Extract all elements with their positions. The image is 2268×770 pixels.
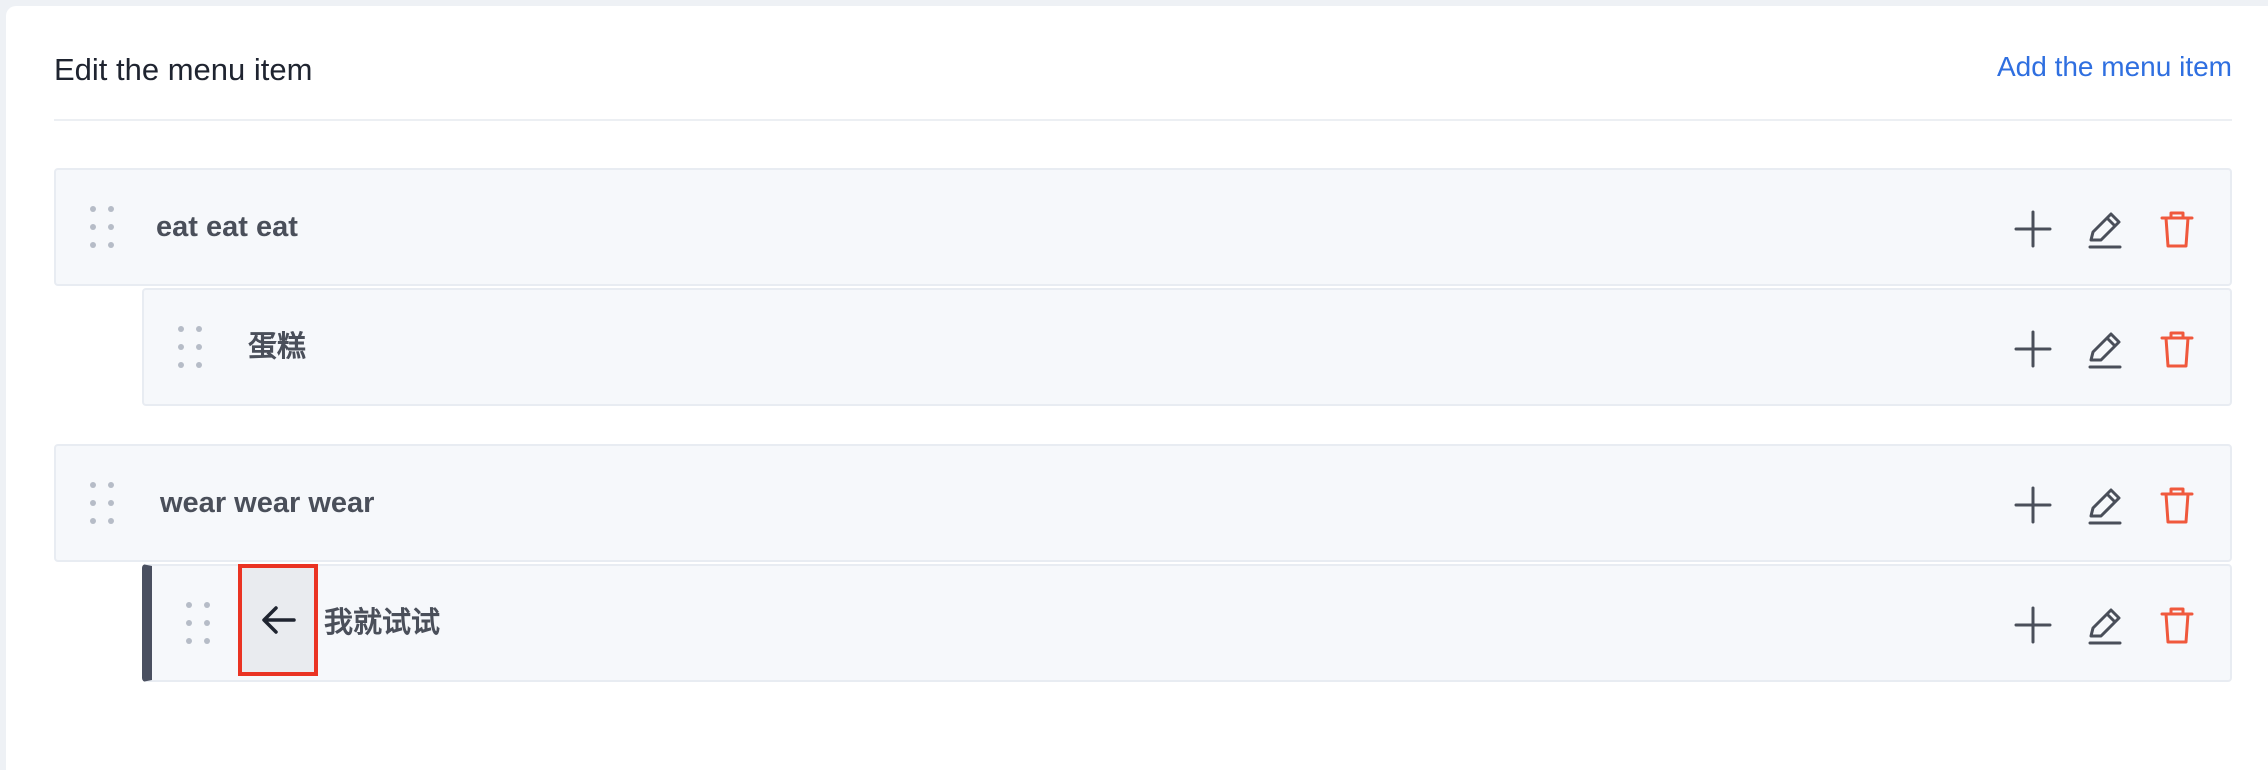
edit-button[interactable] [2082,602,2128,648]
menu-item-label: eat eat eat [156,211,298,243]
menu-item-label: 我就试试 [324,607,441,639]
menu-item-label: wear wear wear [160,487,375,519]
arrow-left-icon [262,606,296,634]
drag-handle-icon[interactable] [90,206,114,248]
plus-icon [2014,330,2052,368]
header-divider [54,119,2232,121]
trash-icon [2160,331,2194,368]
delete-button[interactable] [2154,326,2200,372]
row-actions [2010,482,2220,528]
drag-handle-icon[interactable] [178,326,202,368]
add-child-button[interactable] [2010,326,2056,372]
menu-item-row: eat eat eat [54,168,2232,286]
trash-icon [2160,607,2194,644]
row-actions [2010,326,2220,372]
menu-item-label: 蛋糕 [248,331,307,363]
trash-icon [2160,487,2194,524]
pencil-icon [2088,608,2122,645]
edit-button[interactable] [2082,206,2128,252]
menu-item-row: 蛋糕 [142,288,2232,406]
page-title: Edit the menu item [54,52,313,87]
row-actions [2010,602,2220,648]
trash-icon [2160,211,2194,248]
add-child-button[interactable] [2010,206,2056,252]
plus-icon [2014,606,2052,644]
menu-item-row: wear wear wear [54,444,2232,562]
edit-button[interactable] [2082,326,2128,372]
plus-icon [2014,210,2052,248]
delete-button[interactable] [2154,602,2200,648]
edit-button[interactable] [2082,482,2128,528]
menu-editor-panel: Edit the menu item Add the menu item eat… [6,6,2268,770]
pencil-icon [2088,332,2122,369]
pencil-icon [2088,488,2122,525]
pencil-icon [2088,212,2122,249]
add-menu-item-link[interactable]: Add the menu item [1997,47,2232,87]
menu-item-row-active: 我就试试 [142,564,2232,682]
outdent-button[interactable] [238,564,318,676]
add-child-button[interactable] [2010,482,2056,528]
row-actions [2010,206,2220,252]
drag-handle-icon[interactable] [90,482,114,524]
drag-handle-icon[interactable] [186,602,210,644]
plus-icon [2014,486,2052,524]
delete-button[interactable] [2154,206,2200,252]
add-child-button[interactable] [2010,602,2056,648]
delete-button[interactable] [2154,482,2200,528]
